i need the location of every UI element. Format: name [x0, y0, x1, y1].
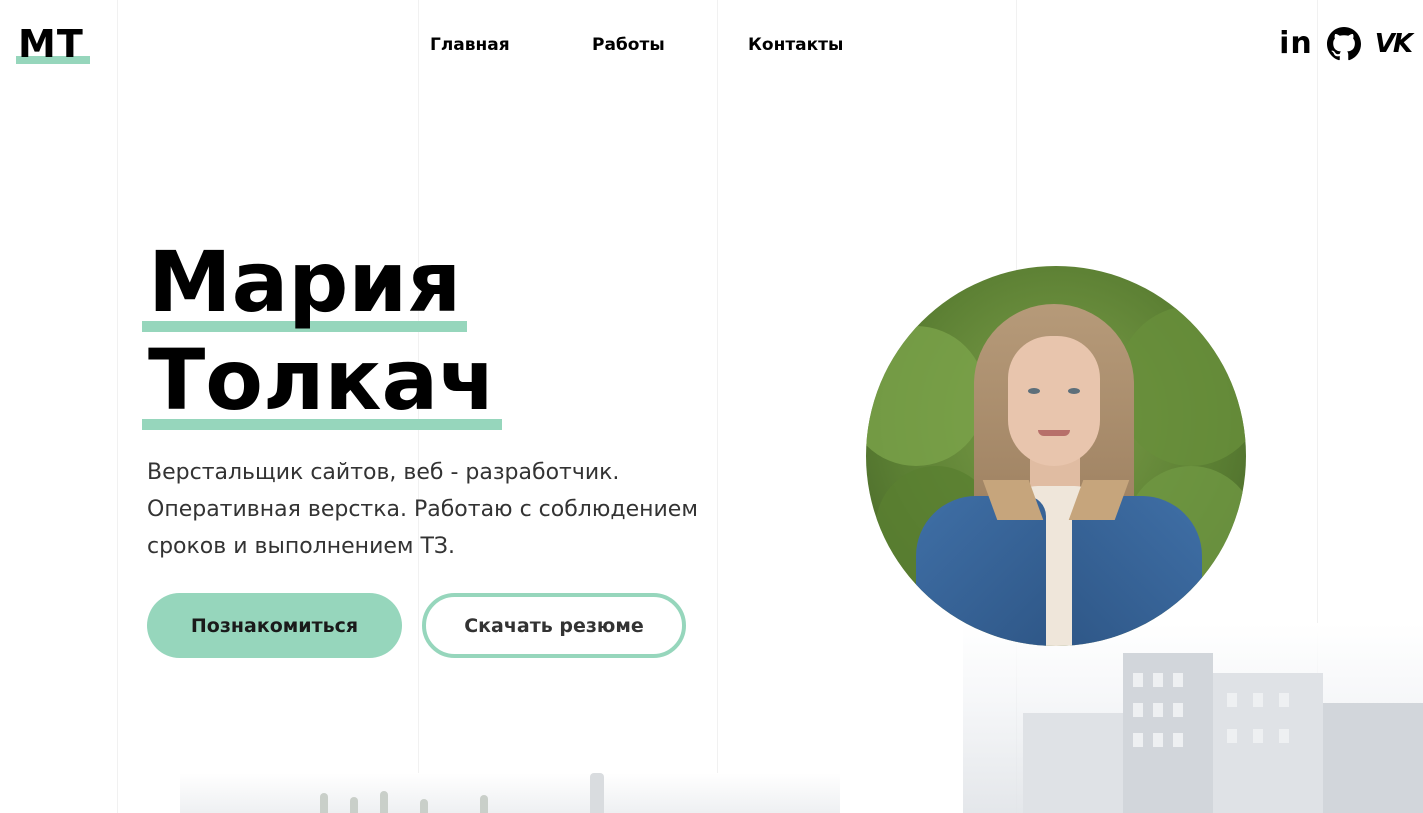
vk-link[interactable]: VK — [1374, 26, 1413, 62]
page: MT Главная Работы Контакты in VK Мария Т… — [0, 0, 1423, 813]
building — [1323, 703, 1423, 813]
linkedin-icon: in — [1279, 26, 1313, 61]
nav-item-contacts[interactable]: Контакты — [748, 34, 843, 56]
download-resume-button[interactable]: Скачать резюме — [422, 593, 686, 658]
plant-decoration — [380, 791, 388, 813]
meet-button[interactable]: Познакомиться — [147, 593, 402, 658]
nav-item-home[interactable]: Главная — [430, 34, 510, 56]
pole-decoration — [590, 773, 604, 813]
nav-item-works[interactable]: Работы — [592, 34, 665, 56]
github-icon — [1326, 27, 1361, 61]
building — [1213, 673, 1323, 813]
building — [1123, 653, 1213, 813]
linkedin-link[interactable]: in — [1279, 26, 1313, 62]
guide-line — [117, 0, 118, 813]
plant-decoration — [320, 793, 328, 813]
logo-text: MT — [18, 22, 84, 66]
last-name: Толкач — [142, 330, 502, 430]
hero-description: Верстальщик сайтов, веб - разработчик. О… — [147, 460, 698, 559]
plant-decoration — [480, 795, 488, 813]
first-name: Мария — [142, 232, 468, 332]
logo[interactable]: MT — [16, 22, 90, 66]
plant-decoration — [350, 797, 358, 813]
social-links: in VK — [1279, 26, 1413, 62]
face — [1008, 336, 1100, 466]
profile-photo — [866, 266, 1246, 646]
github-link[interactable] — [1326, 26, 1361, 62]
background-street — [180, 773, 840, 813]
background-city — [963, 623, 1423, 813]
guide-line — [717, 0, 718, 813]
plant-decoration — [420, 799, 428, 813]
last-name-text: Толкач — [148, 331, 496, 429]
building — [1023, 713, 1123, 813]
first-name-text: Мария — [148, 233, 462, 331]
vk-icon: VK — [1374, 29, 1413, 59]
